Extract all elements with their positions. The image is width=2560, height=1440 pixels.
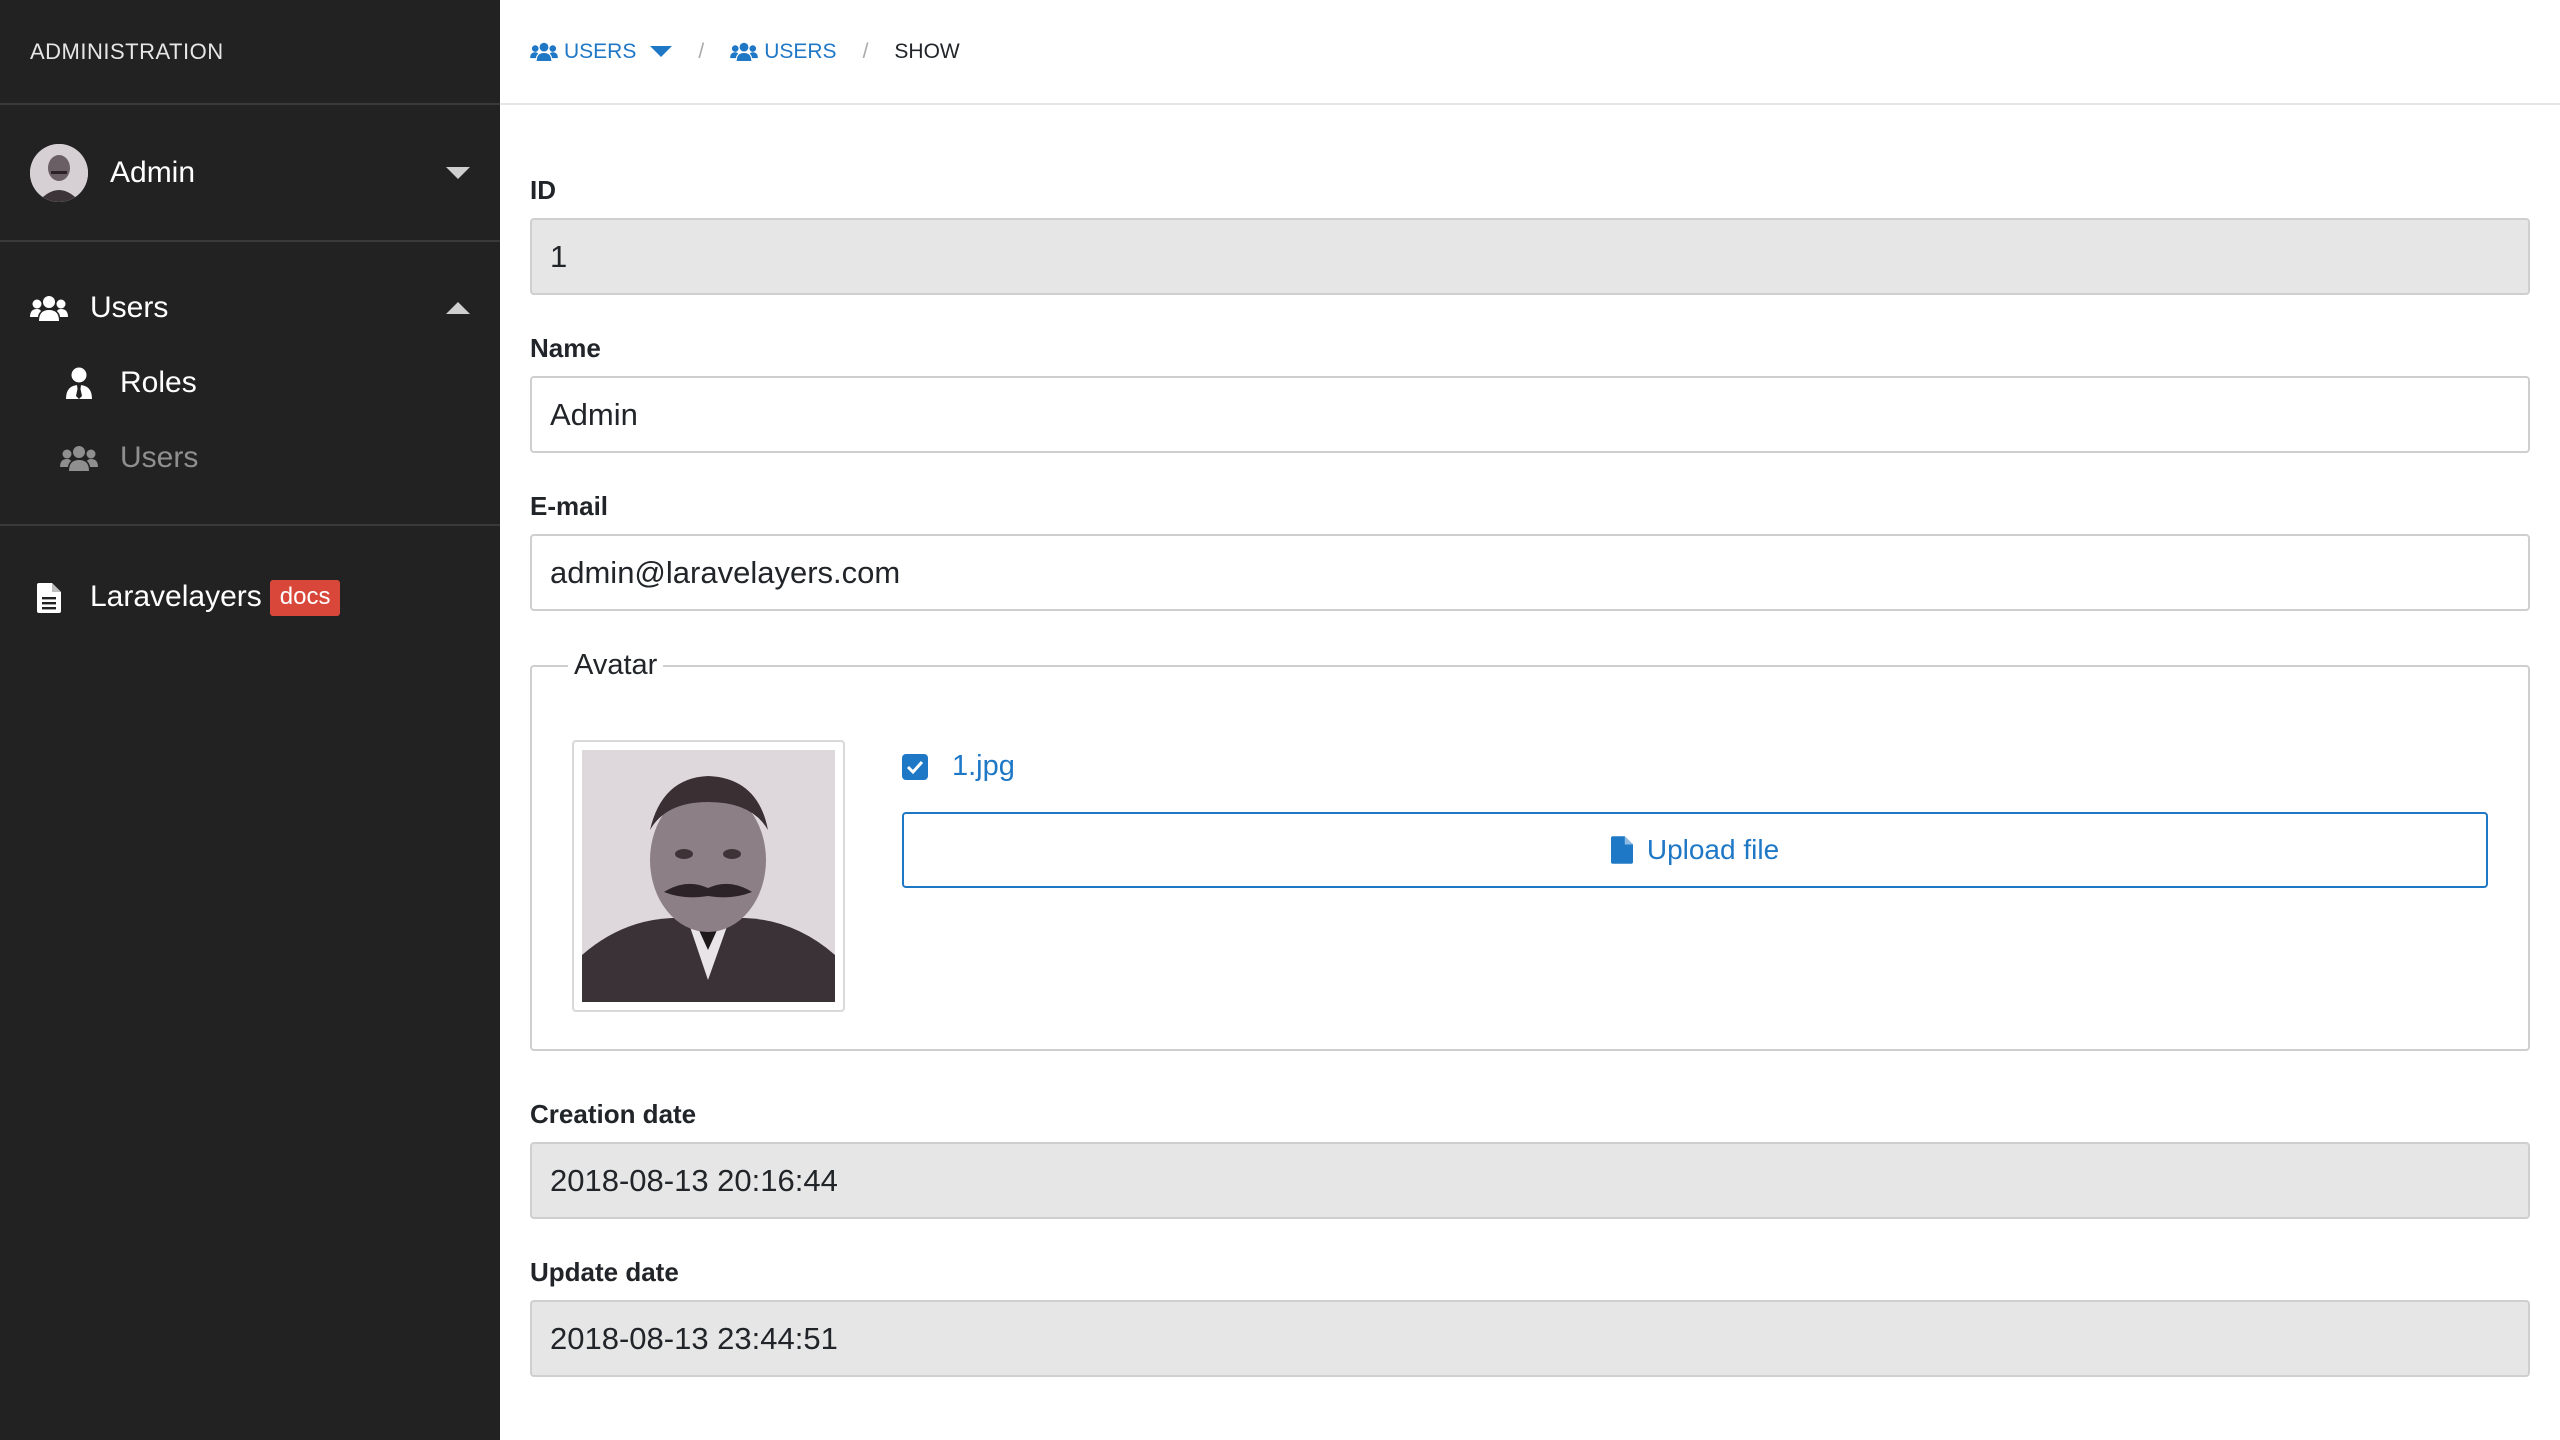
chevron-up-icon [446, 302, 470, 314]
breadcrumb-users-dropdown[interactable]: USERS [530, 39, 673, 64]
chevron-down-icon [446, 166, 470, 179]
sidebar-item-label: Roles [120, 366, 197, 399]
sidebar-nav: Users Roles Users [0, 242, 500, 526]
avatar-keep-checkbox[interactable] [902, 753, 928, 780]
upload-file-label: Upload file [1646, 834, 1780, 865]
id-field: 1 [530, 218, 2530, 295]
created-label: Creation date [530, 1099, 697, 1129]
sidebar-item-label: Users [120, 441, 199, 474]
sidebar-item-docs[interactable]: Laravelayers docs [0, 574, 500, 622]
sidebar-item-roles[interactable]: Roles [0, 359, 500, 407]
users-icon [530, 42, 558, 61]
breadcrumb: USERS / USERS / SHOW [500, 0, 2560, 105]
user-name: Admin [110, 155, 196, 189]
email-label: E-mail [530, 491, 609, 521]
avatar-file-row: 1.jpg [902, 750, 1015, 783]
avatar-file-link[interactable]: 1.jpg [952, 750, 1015, 783]
user-menu[interactable]: Admin [0, 105, 500, 242]
breadcrumb-users-link[interactable]: USERS [730, 39, 837, 64]
created-field: 2018-08-13 20:16:44 [530, 1142, 2530, 1219]
avatar-legend: Avatar [574, 649, 658, 681]
avatar-fieldset: Avatar 1.jpg Upload file [530, 649, 2530, 1051]
upload-file-button[interactable]: Upload file [902, 812, 2488, 888]
avatar [30, 143, 88, 202]
file-icon [1610, 836, 1633, 864]
sidebar: ADMINISTRATION Admin Users Roles Users L… [0, 0, 500, 1440]
sidebar-item-users-group[interactable]: Users [0, 284, 500, 332]
users-icon [730, 42, 759, 61]
name-label: Name [530, 333, 601, 363]
sidebar-title: ADMINISTRATION [0, 0, 500, 105]
docs-link-label: Laravelayers [90, 579, 262, 613]
user-tie-icon [60, 367, 98, 399]
main-content: USERS / USERS / SHOW ID 1 Name Admin E-m… [500, 0, 2560, 1440]
updated-label: Update date [530, 1257, 679, 1287]
sidebar-item-users[interactable]: Users [0, 434, 500, 482]
breadcrumb-current: SHOW [894, 39, 960, 63]
caret-down-icon [650, 46, 673, 57]
breadcrumb-label: USERS [564, 39, 637, 63]
check-icon [906, 760, 924, 774]
sidebar-item-label: Users [90, 291, 169, 324]
breadcrumb-separator: / [862, 39, 869, 63]
file-icon [30, 582, 68, 614]
user-form: ID 1 Name Admin E-mail admin@laravelayer… [500, 105, 2560, 1377]
avatar-preview [572, 740, 845, 1012]
created-field-group: Creation date 2018-08-13 20:16:44 [530, 1099, 2530, 1219]
updated-field-group: Update date 2018-08-13 23:44:51 [530, 1257, 2530, 1377]
name-field-group: Name Admin [530, 333, 2530, 453]
id-field-group: ID 1 [530, 175, 2530, 295]
avatar-image [582, 750, 835, 1002]
users-icon [30, 292, 68, 324]
breadcrumb-separator: / [698, 39, 705, 63]
email-field[interactable]: admin@laravelayers.com [530, 534, 2530, 611]
updated-field: 2018-08-13 23:44:51 [530, 1300, 2530, 1377]
name-field[interactable]: Admin [530, 376, 2530, 453]
users-icon [60, 442, 98, 474]
breadcrumb-label: USERS [764, 39, 837, 63]
docs-badge: docs [269, 580, 341, 617]
id-label: ID [530, 175, 556, 205]
email-field-group: E-mail admin@laravelayers.com [530, 491, 2530, 611]
